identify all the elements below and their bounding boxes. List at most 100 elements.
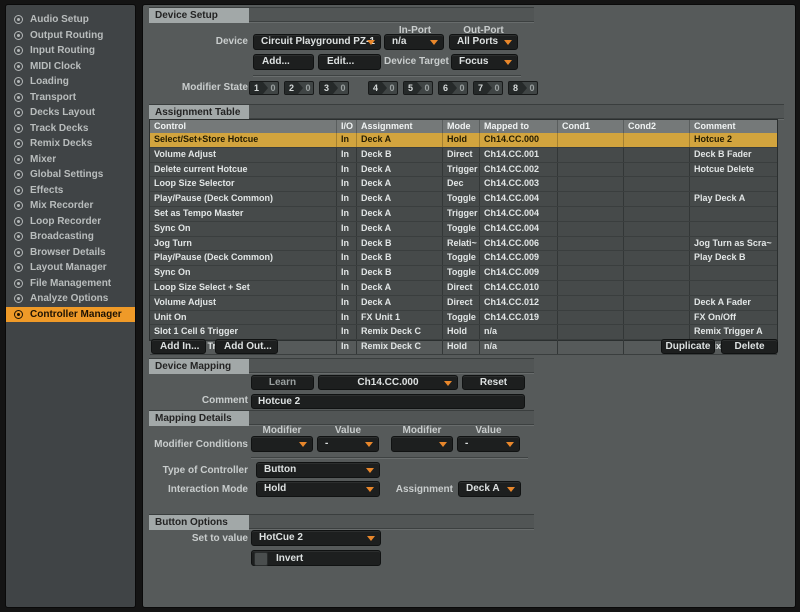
in-port-dropdown[interactable]: n/a <box>384 34 444 50</box>
cell-mapped-to: n/a <box>479 340 557 354</box>
sidebar-item[interactable]: Global Settings <box>6 167 135 183</box>
cell-cond2 <box>623 251 689 265</box>
learn-button[interactable]: Learn <box>251 375 314 390</box>
invert-checkbox[interactable] <box>254 552 268 566</box>
chevron-down-icon <box>367 536 375 541</box>
sidebar-item[interactable]: Output Routing <box>6 28 135 44</box>
cell-cond2 <box>623 148 689 162</box>
cell-control: Jog Turn <box>150 237 336 251</box>
edit-device-button[interactable]: Edit... <box>318 54 381 70</box>
cell-mapped-to: Ch14.CC.004 <box>479 207 557 221</box>
table-row[interactable]: Play/Pause (Deck Common) In Deck A Toggl… <box>150 192 777 207</box>
cell-mode: Hold <box>442 133 479 147</box>
column-header-comment[interactable]: Comment <box>689 120 777 133</box>
table-row[interactable]: Play/Pause (Deck Common) In Deck B Toggl… <box>150 251 777 266</box>
add-device-button[interactable]: Add... <box>253 54 314 70</box>
column-header-cond2[interactable]: Cond2 <box>623 120 689 133</box>
table-row[interactable]: Volume Adjust In Deck B Direct Ch14.CC.0… <box>150 148 777 163</box>
assignment-dropdown[interactable]: Deck A <box>458 481 521 497</box>
sidebar-item[interactable]: Track Decks <box>6 121 135 137</box>
table-row[interactable]: Volume Adjust In Deck A Direct Ch14.CC.0… <box>150 296 777 311</box>
cell-cond2 <box>623 163 689 177</box>
column-header-control[interactable]: Control <box>150 120 336 133</box>
table-row[interactable]: Loop Size Select + Set In Deck A Direct … <box>150 281 777 296</box>
cell-comment <box>689 281 777 295</box>
table-row[interactable]: Sync On In Deck A Toggle Ch14.CC.004 <box>150 222 777 237</box>
device-dropdown[interactable]: Circuit Playground PZ-1 <box>253 34 381 50</box>
cell-control: Sync On <box>150 222 336 236</box>
table-row[interactable]: Unit On In FX Unit 1 Toggle Ch14.CC.019 … <box>150 311 777 326</box>
add-out-button[interactable]: Add Out... <box>215 339 278 354</box>
sidebar-item[interactable]: Broadcasting <box>6 229 135 245</box>
column-header-io[interactable]: I/O <box>336 120 356 133</box>
assignment-table-body: Select/Set+Store Hotcue In Deck A Hold C… <box>150 133 777 355</box>
sidebar-item[interactable]: Loading <box>6 74 135 90</box>
sidebar-item[interactable]: Remix Decks <box>6 136 135 152</box>
chevron-down-icon <box>504 40 512 45</box>
cell-assignment: Deck A <box>356 296 442 310</box>
radio-icon <box>14 248 23 257</box>
duplicate-button[interactable]: Duplicate <box>661 339 715 354</box>
reset-button[interactable]: Reset <box>462 375 525 390</box>
midi-assignment-dropdown[interactable]: Ch14.CC.000 <box>318 375 458 390</box>
cell-io: In <box>336 340 356 354</box>
modifier2-dropdown[interactable] <box>391 436 453 452</box>
sidebar-item[interactable]: Decks Layout <box>6 105 135 121</box>
value2-dropdown[interactable]: - <box>457 436 520 452</box>
sidebar-item[interactable]: Loop Recorder <box>6 214 135 230</box>
table-row[interactable]: Delete current Hotcue In Deck A Trigger … <box>150 163 777 178</box>
radio-icon <box>14 77 23 86</box>
cell-comment: Hotcue Delete <box>689 163 777 177</box>
sidebar-item-label: File Management <box>30 278 111 289</box>
invert-toggle[interactable]: Invert <box>251 550 381 566</box>
radio-icon <box>14 294 23 303</box>
modifier-number: 2 <box>285 82 298 94</box>
table-row[interactable]: Sync On In Deck B Toggle Ch14.CC.009 <box>150 266 777 281</box>
sidebar-item[interactable]: Input Routing <box>6 43 135 59</box>
sidebar-item[interactable]: Browser Details <box>6 245 135 261</box>
modifier-number: 1 <box>250 82 263 94</box>
cell-comment: Remix Trigger A <box>689 325 777 339</box>
table-row[interactable]: Set as Tempo Master In Deck A Trigger Ch… <box>150 207 777 222</box>
modifier-number: 5 <box>404 82 417 94</box>
sidebar-item[interactable]: File Management <box>6 276 135 292</box>
value1-dropdown[interactable]: - <box>317 436 379 452</box>
sidebar-item[interactable]: Transport <box>6 90 135 106</box>
cell-assignment: Deck B <box>356 251 442 265</box>
radio-icon <box>14 170 23 179</box>
modifier-value: 0 <box>492 82 502 94</box>
sidebar-item-label: Effects <box>30 185 63 196</box>
comment-input[interactable]: Hotcue 2 <box>251 394 525 409</box>
sidebar-item[interactable]: Mixer <box>6 152 135 168</box>
table-row[interactable]: Slot 1 Cell 6 Trigger In Remix Deck C Ho… <box>150 325 777 340</box>
device-target-dropdown-value: Focus <box>459 56 488 67</box>
column-header-mapped-to[interactable]: Mapped to <box>479 120 557 133</box>
set-to-value-dropdown[interactable]: HotCue 2 <box>251 530 381 546</box>
cell-cond2 <box>623 177 689 191</box>
cell-cond1 <box>557 177 623 191</box>
device-target-dropdown[interactable]: Focus <box>451 54 518 70</box>
preferences-sidebar: Audio Setup Output Routing Input Routing… <box>5 4 136 608</box>
column-header-assignment[interactable]: Assignment <box>356 120 442 133</box>
type-of-controller-dropdown[interactable]: Button <box>256 462 380 478</box>
table-row[interactable]: Select/Set+Store Hotcue In Deck A Hold C… <box>150 133 777 148</box>
column-header-cond1[interactable]: Cond1 <box>557 120 623 133</box>
modifier1-dropdown[interactable] <box>251 436 313 452</box>
delete-button[interactable]: Delete <box>721 339 778 354</box>
assignment-table-header-row: Control I/O Assignment Mode Mapped to Co… <box>150 120 777 133</box>
sidebar-item[interactable]: Layout Manager <box>6 260 135 276</box>
sidebar-item[interactable]: Controller Manager <box>6 307 135 323</box>
table-row[interactable]: Loop Size Selector In Deck A Dec Ch14.CC… <box>150 177 777 192</box>
cell-io: In <box>336 207 356 221</box>
sidebar-item[interactable]: Analyze Options <box>6 291 135 307</box>
sidebar-item[interactable]: Mix Recorder <box>6 198 135 214</box>
cell-cond2 <box>623 281 689 295</box>
controller-manager-page: Device Setup In-Port Out-Port Device Cir… <box>142 4 796 608</box>
column-header-mode[interactable]: Mode <box>442 120 479 133</box>
sidebar-item[interactable]: Audio Setup <box>6 12 135 28</box>
sidebar-item[interactable]: Effects <box>6 183 135 199</box>
table-row[interactable]: Jog Turn In Deck B Relati~ Ch14.CC.006 J… <box>150 237 777 252</box>
sidebar-item[interactable]: MIDI Clock <box>6 59 135 75</box>
out-port-dropdown[interactable]: All Ports <box>449 34 518 50</box>
add-in-button[interactable]: Add In... <box>151 339 206 354</box>
